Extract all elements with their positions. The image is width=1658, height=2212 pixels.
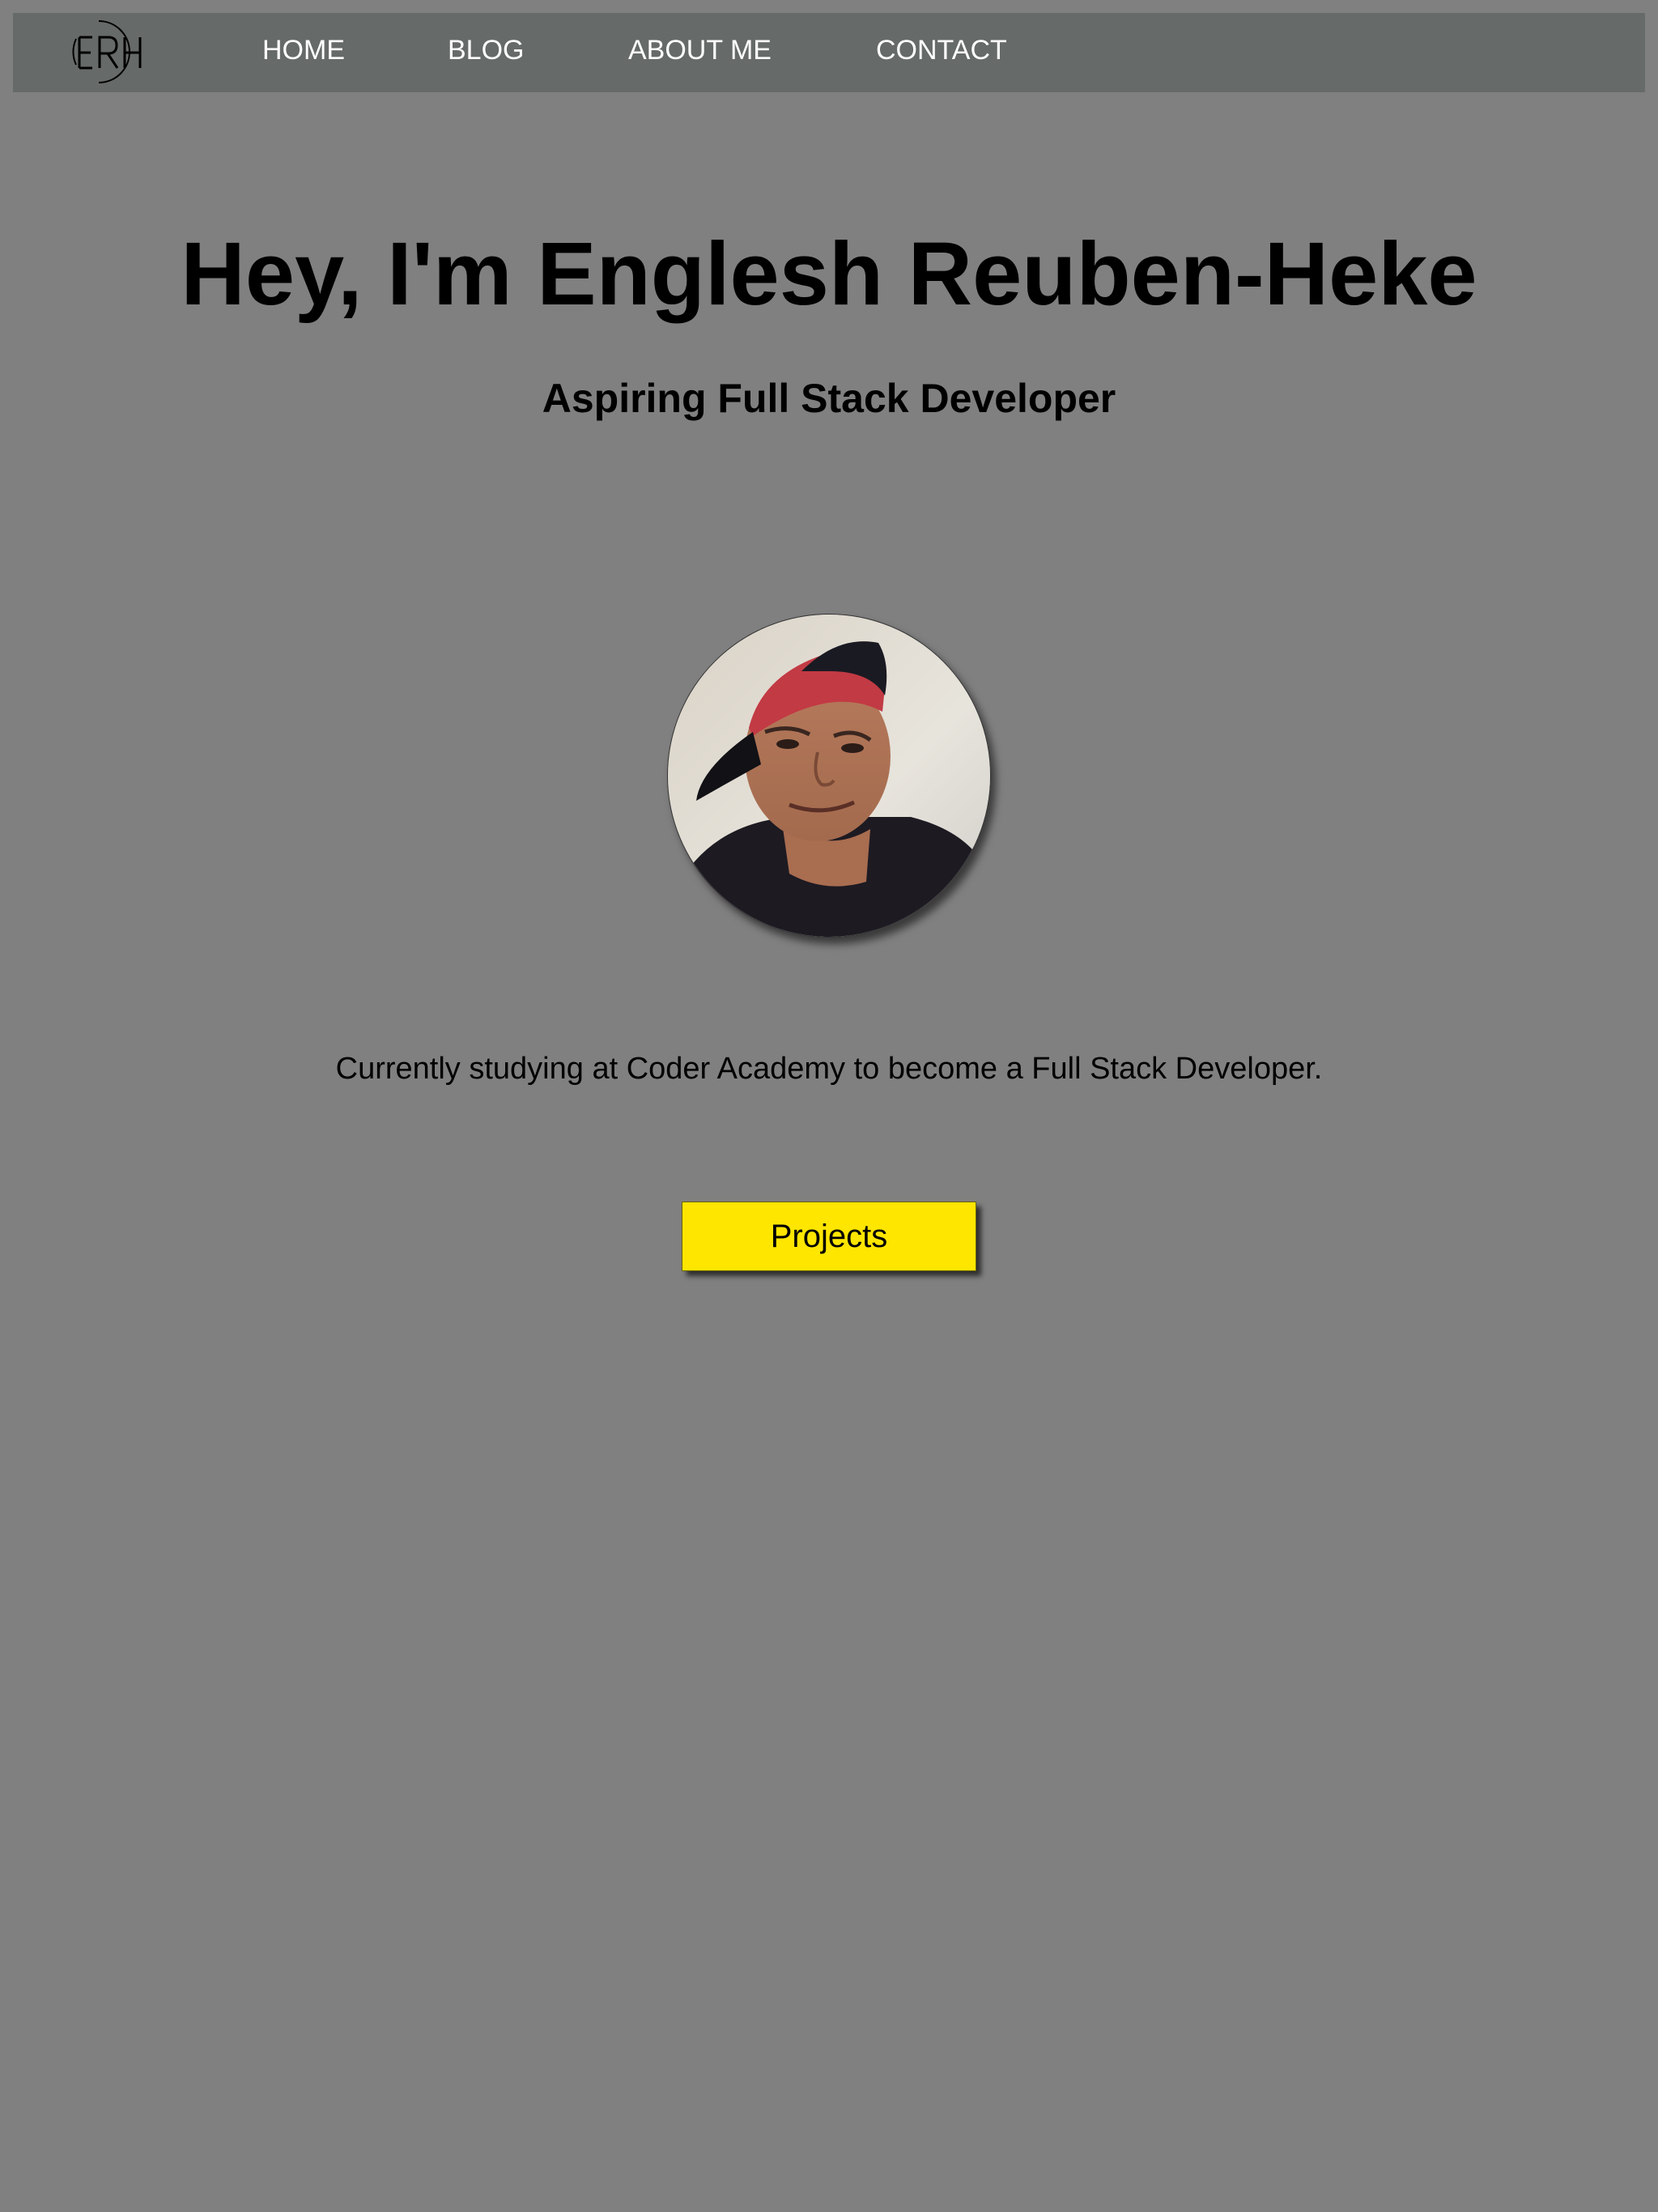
profile-photo-image [668,615,990,937]
nav-link-about-me[interactable]: ABOUT ME [628,34,772,66]
projects-button[interactable]: Projects [682,1202,976,1271]
nav-link-blog[interactable]: BLOG [448,34,524,66]
nav-link-home[interactable]: HOME [262,34,345,66]
erh-logo-icon [72,20,142,83]
page-title: Hey, I'm Englesh Reuben-Heke [181,224,1477,324]
page-subtitle: Aspiring Full Stack Developer [542,376,1116,421]
site-logo[interactable] [60,19,160,86]
intro-text: Currently studying at Coder Academy to b… [335,1052,1323,1086]
nav-link-contact[interactable]: CONTACT [876,34,1007,66]
profile-avatar [667,614,991,938]
top-navbar: HOME BLOG ABOUT ME CONTACT [13,13,1645,92]
